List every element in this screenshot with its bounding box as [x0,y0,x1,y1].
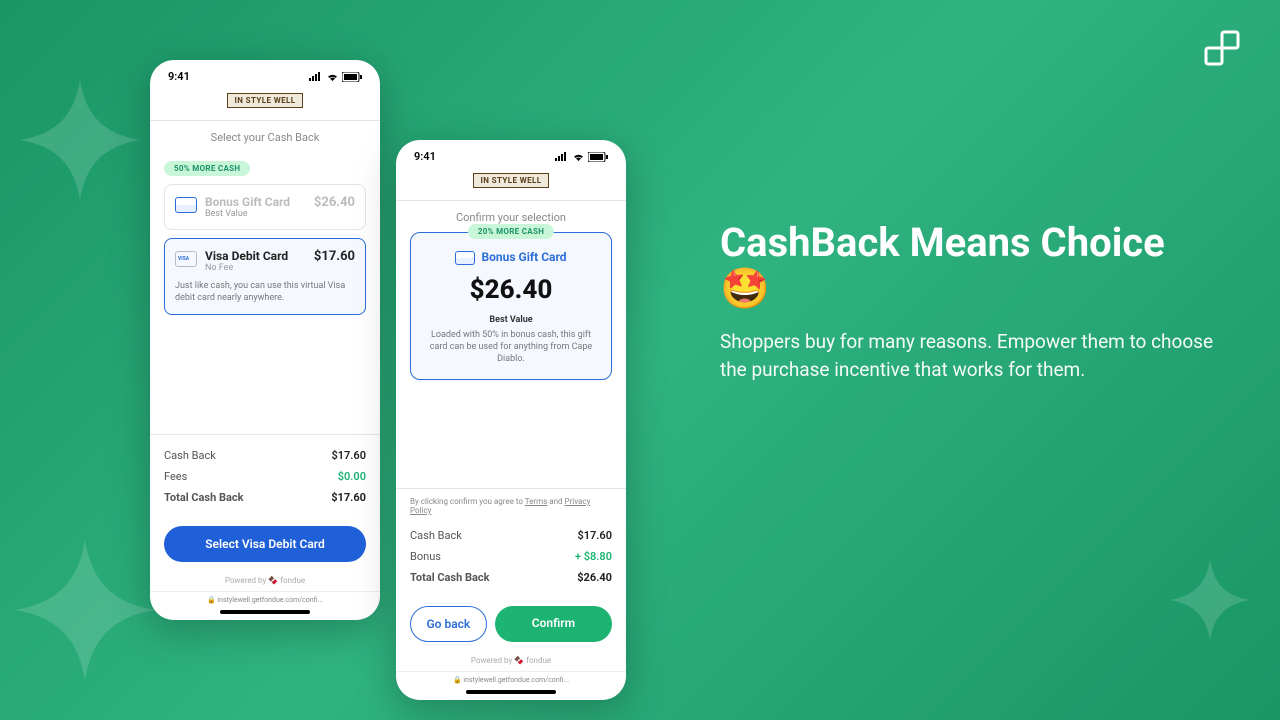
phone-select-cashback: 9:41 IN STYLE WELL Select your Cash Back… [150,60,380,620]
signal-icon [555,152,569,161]
disclaimer: By clicking confirm you agree to Terms a… [396,488,626,523]
option-price: $26.40 [314,195,355,210]
powered-by: Powered by 🍫 fondue [396,650,626,671]
option-bonus-gift-card[interactable]: Bonus Gift Card Best Value $26.40 [164,184,366,230]
option-title: Visa Debit Card [205,249,306,263]
option-price: $17.60 [314,249,355,264]
phone-confirm-selection: 9:41 IN STYLE WELL Confirm your selectio… [396,140,626,700]
summary: Cash Back $17.60 Fees $0.00 Total Cash Bac… [150,434,380,518]
status-icons [309,72,362,82]
terms-link[interactable]: Terms [525,497,547,506]
gift-card-icon [175,197,197,213]
brand-badge: IN STYLE WELL [227,93,302,108]
summary-value: $17.60 [331,491,366,504]
wifi-icon [326,72,339,81]
bonus-badge: 50% MORE CASH [164,161,250,176]
gift-card-icon [455,251,475,265]
powered-by: Powered by 🍫 fondue [150,570,380,591]
confirm-amount: $26.40 [423,275,599,305]
summary-label: Total Cash Back [410,571,490,584]
headline: CashBack Means Choice 🤩 [720,220,1220,312]
battery-icon [588,152,608,162]
summary-label: Total Cash Back [164,491,244,504]
summary-label: Cash Back [410,529,462,542]
summary-value: $17.60 [331,449,366,462]
home-indicator [220,610,310,614]
sparkle-icon [1170,560,1250,640]
wifi-icon [572,152,585,161]
section-title: Select your Cash Back [150,121,380,152]
confirm-title: Bonus Gift Card [481,250,566,264]
summary-label: Bonus [410,550,441,563]
battery-icon [342,72,362,82]
option-description: Just like cash, you can use this virtual… [175,281,355,304]
select-visa-button[interactable]: Select Visa Debit Card [164,526,366,562]
status-time: 9:41 [414,150,436,163]
summary-value: $26.40 [577,571,612,584]
sparkle-icon [15,540,155,680]
summary: Cash Back $17.60 Bonus + $8.80 Total Cash … [396,523,626,598]
option-subtitle: No Fee [205,263,306,273]
home-indicator [466,690,556,694]
summary-value: $17.60 [577,529,612,542]
status-bar: 9:41 [396,140,626,167]
bonus-badge: 20% MORE CASH [468,224,554,239]
url-bar: 🔒 instylewell.getfondue.com/confi... [396,671,626,686]
option-subtitle: Best Value [205,209,306,219]
marketing-copy: CashBack Means Choice 🤩 Shoppers buy for… [720,220,1220,383]
url-bar: 🔒 instylewell.getfondue.com/confi... [150,591,380,606]
summary-value: + $8.80 [575,550,612,563]
signal-icon [309,72,323,81]
go-back-button[interactable]: Go back [410,606,487,642]
visa-card-icon [175,251,197,267]
status-icons [555,152,608,162]
summary-value: $0.00 [338,470,366,483]
status-bar: 9:41 [150,60,380,87]
summary-label: Cash Back [164,449,216,462]
body-text: Shoppers buy for many reasons. Empower t… [720,328,1220,383]
sparkle-icon [20,80,140,200]
option-visa-debit-card[interactable]: Visa Debit Card No Fee $17.60 Just like … [164,238,366,315]
brand-badge: IN STYLE WELL [473,173,548,188]
confirm-button[interactable]: Confirm [495,606,612,642]
summary-label: Fees [164,470,187,483]
brand-logo-icon [1200,28,1244,72]
confirm-card: 20% MORE CASH Bonus Gift Card $26.40 Bes… [410,232,612,380]
confirm-description: Loaded with 50% in bonus cash, this gift… [423,329,599,365]
confirm-subtitle: Best Value [423,315,599,325]
option-title: Bonus Gift Card [205,195,306,209]
status-time: 9:41 [168,70,190,83]
